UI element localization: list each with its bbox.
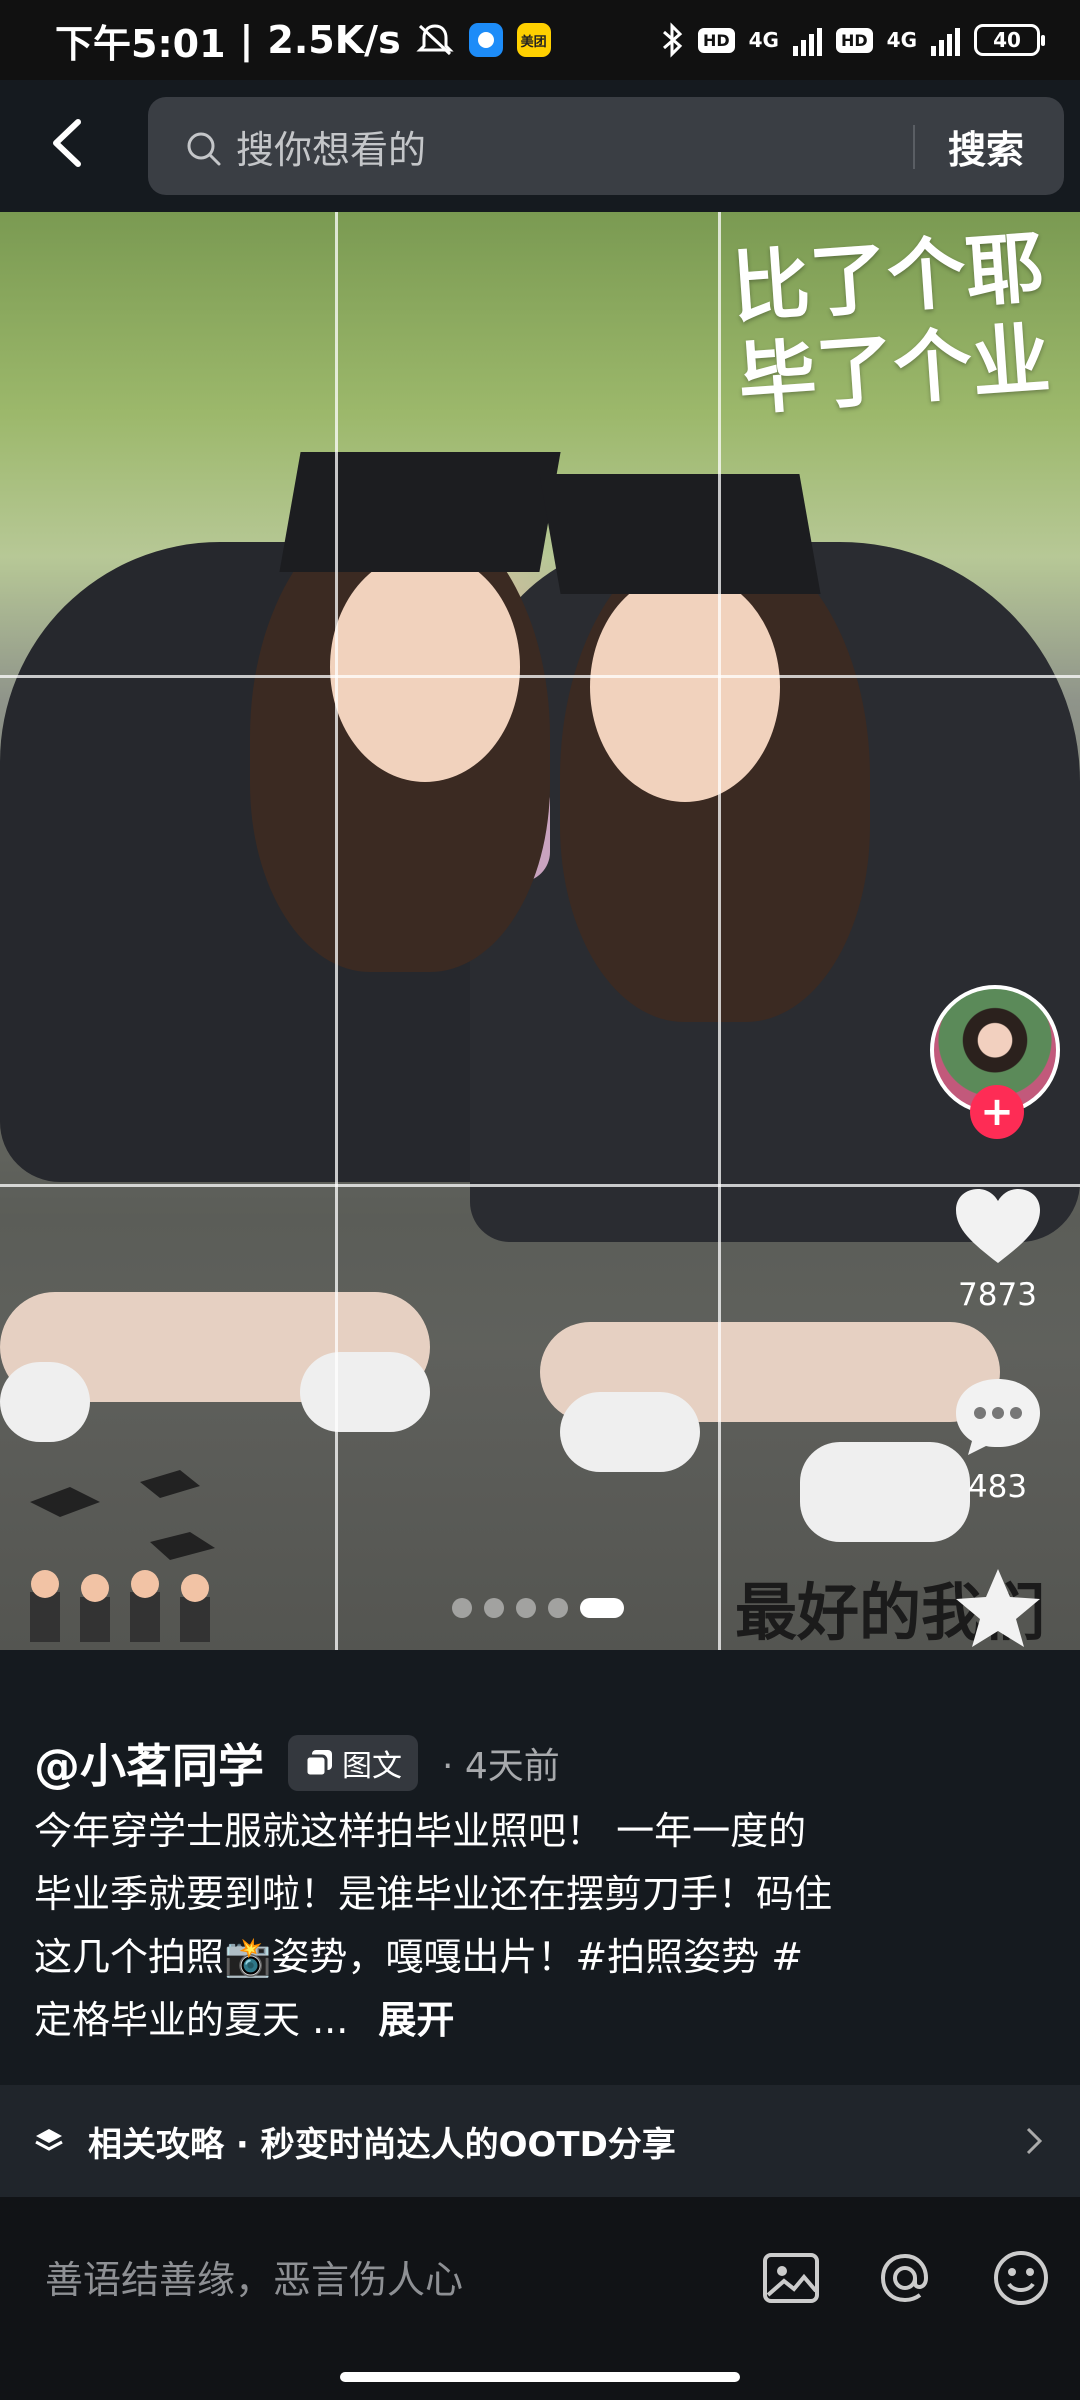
comment-bubble-icon	[955, 1379, 1040, 1455]
emoji-icon[interactable]	[990, 2247, 1052, 2309]
status-time: 下午5:01	[55, 21, 226, 66]
follow-button[interactable]: +	[970, 1085, 1024, 1139]
search-box[interactable]: 搜你想看的 搜索	[148, 97, 1064, 195]
search-divider	[913, 125, 915, 169]
search-input[interactable]: 搜你想看的	[236, 119, 426, 174]
image-picker-icon[interactable]	[760, 2247, 822, 2309]
page-dot-active	[580, 1598, 624, 1618]
comment-count: 483	[967, 1469, 1028, 1505]
comment-action[interactable]: 483	[940, 1375, 1055, 1505]
hd-badge-1: HD	[697, 27, 735, 53]
page-dot	[516, 1598, 536, 1618]
status-divider: |	[239, 18, 254, 62]
shoe-right	[560, 1392, 700, 1472]
mute-icon	[416, 24, 454, 56]
grid-line-vertical-2	[718, 212, 721, 1650]
chevron-right-icon	[1026, 2127, 1043, 2155]
related-guide-text: 相关攻略 · 秒变时尚达人的OOTD分享	[88, 2124, 676, 2165]
shoe-mid	[300, 1352, 430, 1432]
mention-icon[interactable]	[874, 2247, 936, 2309]
image-post-icon	[304, 1750, 332, 1778]
meituan-notification-icon: 美团	[516, 23, 551, 57]
post-time: · 4天前	[442, 1746, 560, 1787]
comment-bar: 善语结善缘，恶言伤人心	[0, 2197, 1080, 2400]
page-dot	[548, 1598, 568, 1618]
author-line: @小茗同学 图文 · 4天前	[34, 1730, 560, 1796]
like-action[interactable]: 7873	[940, 1185, 1055, 1313]
expand-link[interactable]: 展开	[378, 1998, 454, 2042]
grid-line-horizontal-1	[0, 675, 1080, 678]
page-indicator	[452, 1598, 624, 1618]
comment-input[interactable]: 善语结善缘，恶言伤人心	[45, 2249, 463, 2304]
app-notification-icon	[468, 23, 503, 57]
back-arrow-icon	[53, 119, 81, 167]
signal-icon-1	[792, 24, 822, 56]
like-count: 7873	[958, 1277, 1037, 1313]
search-button[interactable]: 搜索	[948, 119, 1024, 174]
shoe-left	[0, 1362, 90, 1442]
search-icon	[187, 132, 221, 166]
author-name[interactable]: @小茗同学	[34, 1730, 264, 1796]
search-header: 搜你想看的 搜索	[0, 80, 1080, 212]
hd-badge-2: HD	[835, 27, 873, 53]
status-bar: 下午5:01 | 2.5K/s 美团 HD 4G HD 4G 40	[0, 0, 1080, 80]
post-type-label: 图文	[342, 1749, 402, 1784]
signal-icon-2	[931, 24, 960, 56]
back-button[interactable]	[40, 110, 100, 176]
status-net-speed: 2.5K/s	[267, 18, 401, 62]
cap-right	[539, 474, 821, 594]
layers-icon	[35, 2129, 63, 2151]
bluetooth-icon	[662, 22, 683, 58]
graduation-caps-sticker	[30, 1470, 215, 1642]
grid-line-vertical-1	[335, 212, 338, 1650]
home-indicator[interactable]	[340, 2372, 740, 2382]
grid-line-horizontal-2	[0, 1184, 1080, 1187]
post-caption[interactable]: 今年穿学士服就这样拍毕业照吧！ 一年一度的毕业季就要到啦！是谁毕业还在摆剪刀手！…	[34, 1800, 834, 2052]
network-type-1: 4G	[748, 28, 779, 52]
post-type-tag: 图文	[288, 1735, 418, 1791]
post-image[interactable]: 比了个耶 毕了个业 最好的我们	[0, 212, 1080, 1650]
star-icon	[955, 1569, 1040, 1647]
related-guide-bar[interactable]: 相关攻略 · 秒变时尚达人的OOTD分享	[0, 2085, 1080, 2197]
page-dot	[484, 1598, 504, 1618]
post-info: @小茗同学 图文 · 4天前 今年穿学士服就这样拍毕业照吧！ 一年一度的毕业季就…	[0, 1650, 1080, 2080]
status-right: HD 4G HD 4G 40	[660, 22, 1045, 58]
heart-icon	[955, 1189, 1040, 1263]
page-dot	[452, 1598, 472, 1618]
battery-icon: 40	[974, 24, 1045, 56]
face-left	[330, 552, 520, 782]
face-right	[590, 572, 780, 802]
overlay-title: 比了个耶 毕了个业	[729, 222, 1054, 427]
status-left: 下午5:01 | 2.5K/s 美团	[55, 13, 551, 68]
cap-left	[279, 452, 561, 572]
network-type-2: 4G	[886, 28, 917, 52]
